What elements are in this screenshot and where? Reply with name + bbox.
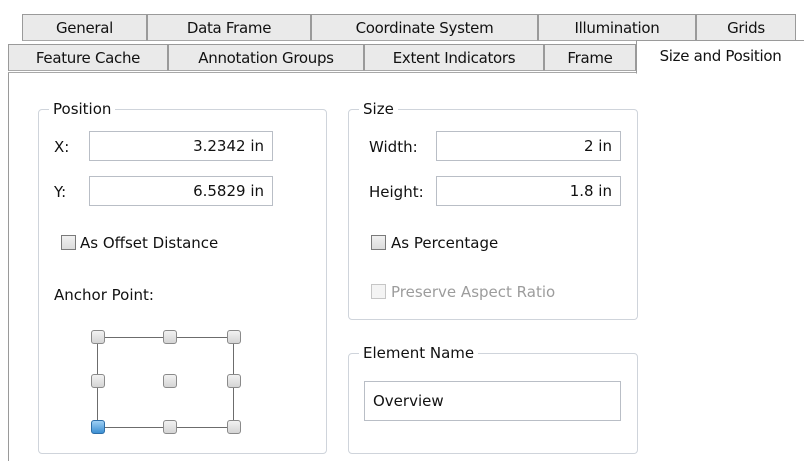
tab-extent-indicators[interactable]: Extent Indicators (364, 44, 544, 71)
tab-grids[interactable]: Grids (696, 14, 796, 41)
anchor-center[interactable] (163, 374, 177, 388)
preserve-aspect-ratio-label: Preserve Aspect Ratio (391, 283, 556, 301)
as-percentage-checkbox[interactable] (371, 235, 386, 250)
width-input[interactable]: 2 in (436, 131, 621, 161)
tab-label: General (55, 19, 113, 37)
tab-label: Coordinate System (355, 19, 494, 37)
tab-general[interactable]: General (22, 14, 147, 41)
x-label: X: (54, 138, 70, 156)
anchor-point-label: Anchor Point: (54, 286, 154, 304)
tab-panel-left-border (8, 73, 9, 461)
anchor-bottom-left[interactable] (91, 420, 105, 434)
tab-annotation-groups[interactable]: Annotation Groups (168, 44, 364, 71)
tab-data-frame[interactable]: Data Frame (147, 14, 311, 41)
tab-row-top: General Data Frame Coordinate System Ill… (0, 14, 804, 42)
as-percentage-label: As Percentage (391, 234, 499, 252)
anchor-top-left[interactable] (91, 330, 105, 344)
tab-label: Data Frame (186, 19, 272, 37)
size-group-title: Size (359, 100, 398, 118)
as-offset-distance-checkbox[interactable] (61, 235, 76, 250)
anchor-bottom-right[interactable] (227, 420, 241, 434)
tab-label: Size and Position (659, 47, 782, 65)
tab-row-bottom: Feature Cache Annotation Groups Extent I… (0, 40, 804, 74)
tab-label: Annotation Groups (198, 49, 334, 67)
element-name-group-title: Element Name (359, 344, 479, 362)
anchor-bottom-center[interactable] (163, 420, 177, 434)
tab-coordinate-system[interactable]: Coordinate System (311, 14, 538, 41)
anchor-top-center[interactable] (163, 330, 177, 344)
as-offset-distance-label: As Offset Distance (80, 234, 219, 252)
tab-label: Grids (727, 19, 765, 37)
y-input[interactable]: 6.5829 in (89, 176, 273, 206)
anchor-middle-right[interactable] (227, 374, 241, 388)
tab-label: Extent Indicators (392, 49, 516, 67)
tab-size-and-position[interactable]: Size and Position (636, 40, 804, 74)
tab-label: Frame (567, 49, 613, 67)
position-group-title: Position (49, 100, 116, 118)
tab-feature-cache[interactable]: Feature Cache (8, 44, 168, 71)
x-input[interactable]: 3.2342 in (89, 131, 273, 161)
tab-label: Illumination (574, 19, 660, 37)
y-label: Y: (54, 183, 67, 201)
anchor-top-right[interactable] (227, 330, 241, 344)
width-label: Width: (369, 138, 418, 156)
element-name-input[interactable]: Overview (364, 381, 621, 421)
height-label: Height: (369, 183, 424, 201)
preserve-aspect-ratio-checkbox[interactable] (371, 284, 386, 299)
height-input[interactable]: 1.8 in (436, 176, 621, 206)
tab-label: Feature Cache (35, 49, 141, 67)
tab-panel-border (8, 72, 636, 73)
tab-illumination[interactable]: Illumination (538, 14, 696, 41)
anchor-middle-left[interactable] (91, 374, 105, 388)
tab-frame[interactable]: Frame (544, 44, 636, 71)
